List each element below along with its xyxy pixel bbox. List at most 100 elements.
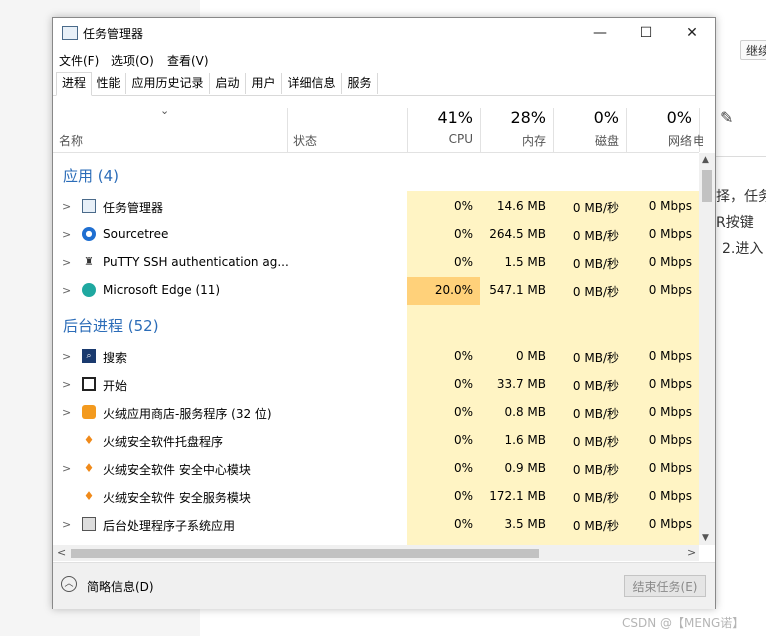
process-name: 火绒安全软件 安全中心模块: [103, 463, 251, 477]
process-name: 火绒安全软件托盘程序: [103, 435, 224, 449]
disk-value: 0 MB/秒: [572, 201, 619, 215]
network-value: 0 Mbps: [648, 377, 692, 391]
column-cpu[interactable]: CPU: [407, 132, 473, 146]
huorong-flame-icon: ♦: [83, 461, 95, 475]
network-percent[interactable]: 0%: [626, 108, 692, 127]
disk-value: 0 MB/秒: [572, 519, 619, 533]
column-memory[interactable]: 内存: [480, 132, 546, 149]
column-power[interactable]: 电: [693, 132, 703, 149]
chevron-right-icon[interactable]: >: [62, 256, 71, 269]
memory-value: 264.5 MB: [489, 227, 546, 241]
memory-value: 172.1 MB: [489, 489, 546, 503]
task-manager-app-icon: [62, 26, 78, 40]
network-value: 0 Mbps: [648, 461, 692, 475]
minimize-button[interactable]: —: [577, 18, 623, 48]
chevron-right-icon[interactable]: >: [62, 284, 71, 297]
cpu-value: 0%: [453, 433, 473, 447]
tab-services[interactable]: 服务: [342, 73, 378, 94]
scroll-down-icon[interactable]: ▼: [702, 533, 709, 543]
cpu-value: 0%: [453, 255, 473, 269]
menu-options[interactable]: 选项(O): [111, 52, 154, 69]
process-row[interactable]: > 开始 0% 33.7 MB 0 MB/秒 0 Mbps: [53, 371, 699, 399]
tab-app-history[interactable]: 应用历史记录: [126, 73, 210, 94]
scroll-up-icon[interactable]: ▲: [702, 155, 709, 165]
network-value: 0 Mbps: [648, 517, 692, 531]
chevron-right-icon[interactable]: >: [62, 228, 71, 241]
process-row[interactable]: ♦ 火绒安全软件 安全服务模块 0% 172.1 MB 0 MB/秒 0 Mbp…: [53, 483, 699, 511]
disk-percent[interactable]: 0%: [553, 108, 619, 127]
chevron-right-icon[interactable]: >: [62, 518, 71, 531]
chevron-right-icon[interactable]: >: [62, 406, 71, 419]
process-name: 任务管理器: [103, 201, 164, 215]
sourcetree-icon: ●: [82, 227, 96, 241]
chevron-right-icon[interactable]: >: [62, 350, 71, 363]
disk-value: 0 MB/秒: [572, 435, 619, 449]
process-row[interactable]: > Microsoft Edge (11) 20.0% 547.1 MB 0 M…: [53, 277, 699, 305]
scroll-left-icon[interactable]: <: [57, 546, 66, 559]
memory-value: 1.5 MB: [504, 255, 546, 269]
chevron-up-icon[interactable]: ︿: [61, 576, 77, 592]
close-button[interactable]: ✕: [669, 18, 715, 48]
process-name: 搜索: [103, 351, 128, 365]
process-row[interactable]: > ⌕ 搜索 0% 0 MB 0 MB/秒 0 Mbps: [53, 343, 699, 371]
chevron-right-icon[interactable]: >: [62, 462, 71, 475]
vertical-scrollbar[interactable]: ▲ ▼: [699, 153, 715, 545]
page-divider: [716, 156, 766, 157]
network-value: 0 Mbps: [648, 199, 692, 213]
cpu-value: 0%: [453, 377, 473, 391]
process-row[interactable]: > 任务管理器 0% 14.6 MB 0 MB/秒 0 Mbps: [53, 193, 699, 221]
process-name: 火绒应用商店-服务程序 (32 位): [103, 407, 272, 421]
huorong-store-icon: [82, 405, 96, 419]
group-header-background[interactable]: 后台进程 (52): [63, 315, 159, 336]
process-row[interactable]: > 后台处理程序子系统应用 0% 3.5 MB 0 MB/秒 0 Mbps: [53, 511, 699, 539]
printer-icon: [82, 517, 96, 531]
process-row[interactable]: > ● Sourcetree 0% 264.5 MB 0 MB/秒 0 Mbps: [53, 221, 699, 249]
disk-value: 0 MB/秒: [572, 229, 619, 243]
group-header-apps[interactable]: 应用 (4): [63, 165, 119, 186]
process-row[interactable]: > ♦ 火绒安全软件 安全中心模块 0% 0.9 MB 0 MB/秒 0 Mbp…: [53, 455, 699, 483]
continue-button[interactable]: 继续: [740, 40, 766, 60]
network-value: 0 Mbps: [648, 255, 692, 269]
fewer-details-link[interactable]: 简略信息(D): [87, 578, 154, 595]
column-network[interactable]: 网络: [626, 132, 692, 149]
chevron-right-icon[interactable]: >: [62, 200, 71, 213]
column-status[interactable]: 状态: [293, 132, 317, 149]
memory-value: 3.5 MB: [504, 517, 546, 531]
memory-value: 33.7 MB: [496, 377, 546, 391]
article-text-2: R按键: [716, 215, 754, 231]
horizontal-scrollbar[interactable]: < >: [53, 545, 699, 561]
tab-startup[interactable]: 启动: [210, 73, 246, 94]
disk-value: 0 MB/秒: [572, 463, 619, 477]
process-row[interactable]: ♦ 火绒安全软件托盘程序 0% 1.6 MB 0 MB/秒 0 Mbps: [53, 427, 699, 455]
vertical-scroll-thumb[interactable]: [702, 170, 712, 202]
process-name: Sourcetree: [103, 227, 169, 241]
horizontal-scroll-thumb[interactable]: [71, 549, 539, 558]
process-list: 应用 (4) > 任务管理器 0% 14.6 MB 0 MB/秒 0 Mbps …: [53, 153, 699, 545]
chevron-right-icon[interactable]: >: [62, 378, 71, 391]
process-name: PuTTY SSH authentication ag...: [103, 255, 289, 269]
column-disk[interactable]: 磁盘: [553, 132, 619, 149]
column-divider: [287, 108, 288, 152]
network-value: 0 Mbps: [648, 349, 692, 363]
process-row[interactable]: > ♜ PuTTY SSH authentication ag... 0% 1.…: [53, 249, 699, 277]
network-value: 0 Mbps: [648, 283, 692, 297]
tab-users[interactable]: 用户: [246, 73, 282, 94]
maximize-button[interactable]: ☐: [623, 18, 669, 48]
menu-view[interactable]: 查看(V): [167, 52, 209, 69]
memory-value: 0 MB: [515, 349, 546, 363]
process-name: Microsoft Edge (11): [103, 283, 221, 297]
column-name[interactable]: 名称: [59, 132, 83, 149]
network-value: 0 Mbps: [648, 433, 692, 447]
cpu-percent[interactable]: 41%: [407, 108, 473, 127]
column-header: ⌄ 名称 状态 41% CPU 28% 内存 0% 磁盘 0% 网络 电: [53, 96, 703, 153]
tab-performance[interactable]: 性能: [92, 73, 126, 94]
process-row[interactable]: > 火绒应用商店-服务程序 (32 位) 0% 0.8 MB 0 MB/秒 0 …: [53, 399, 699, 427]
end-task-button[interactable]: 结束任务(E): [624, 575, 706, 597]
memory-percent[interactable]: 28%: [480, 108, 546, 127]
menu-file[interactable]: 文件(F): [59, 52, 99, 69]
scroll-right-icon[interactable]: >: [687, 546, 696, 559]
tab-details[interactable]: 详细信息: [282, 73, 342, 94]
tab-processes[interactable]: 进程: [56, 72, 92, 96]
memory-value: 0.8 MB: [504, 405, 546, 419]
memory-value: 0.9 MB: [504, 461, 546, 475]
